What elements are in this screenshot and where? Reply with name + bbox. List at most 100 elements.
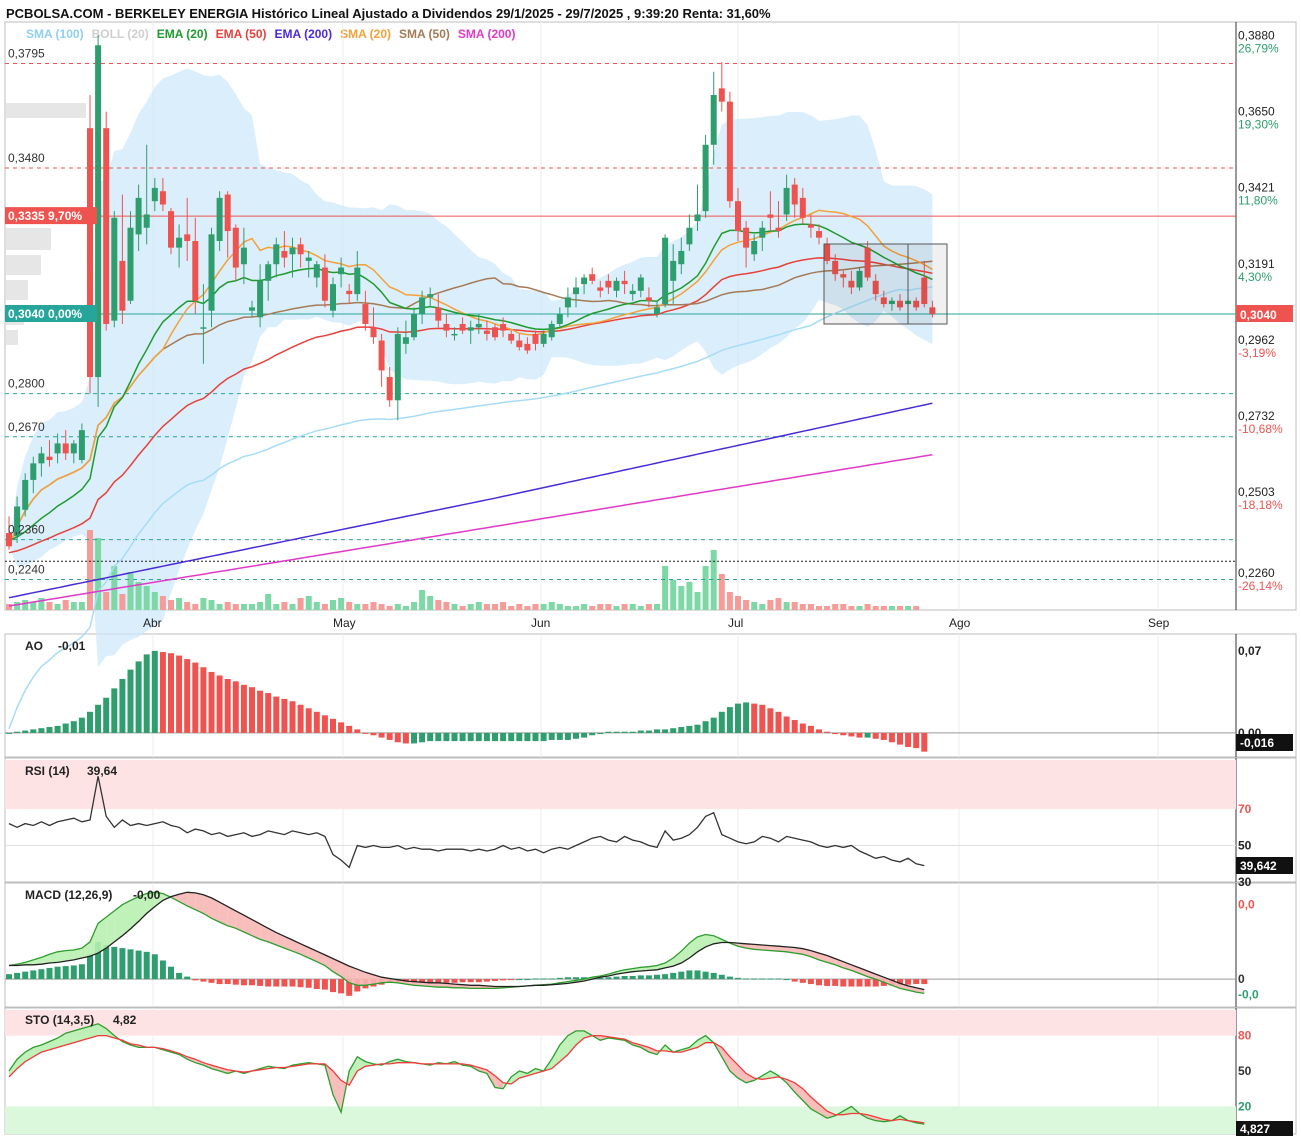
macd-hist-bar xyxy=(14,972,21,980)
candle-body xyxy=(694,214,701,222)
volume-bar xyxy=(281,602,288,610)
volume-bar xyxy=(807,604,814,610)
macd-tick-label: 0 xyxy=(1238,972,1245,986)
ao-bar xyxy=(573,732,579,739)
macd-hist-bar xyxy=(751,978,758,980)
macd-tick-label: -0,0 xyxy=(1238,988,1259,1002)
volume-bar xyxy=(897,606,903,610)
ao-bar xyxy=(872,732,879,739)
macd-hist-bar xyxy=(840,979,847,987)
ao-bar xyxy=(500,732,507,742)
candle-body xyxy=(532,333,539,344)
macd-hist-bar xyxy=(127,949,134,980)
macd-hist-bar xyxy=(240,979,247,986)
ao-bar xyxy=(581,732,588,738)
volume-bar xyxy=(143,586,150,610)
candle-body xyxy=(370,327,377,338)
candle-body xyxy=(224,194,231,232)
macd-hist-bar xyxy=(321,979,328,990)
candle-body xyxy=(435,307,442,321)
volume-bar xyxy=(662,566,669,610)
candle-body xyxy=(159,191,166,205)
volume-bar xyxy=(402,606,409,610)
macd-hist-bar xyxy=(184,976,191,980)
ao-bar xyxy=(743,702,750,733)
ao-bar xyxy=(637,730,644,733)
rsi-tick-label: 50 xyxy=(1238,839,1252,853)
macd-hist-bar xyxy=(62,966,69,980)
macd-hist-bar xyxy=(743,978,750,980)
ao-bar xyxy=(46,727,53,733)
ao-bar xyxy=(791,720,798,733)
ao-bar xyxy=(386,732,393,740)
rsi-tick-label: 70 xyxy=(1238,802,1252,816)
macd-hist-bar xyxy=(54,966,61,980)
macd-hist-bar xyxy=(767,978,774,980)
ao-bar xyxy=(840,732,847,736)
candle-body xyxy=(265,264,272,281)
rsi-title: RSI (14) xyxy=(25,764,70,778)
ao-bar xyxy=(678,727,685,733)
macd-title: MACD (12,26,9) xyxy=(25,888,112,902)
volume-bar xyxy=(832,604,839,610)
volume-bar xyxy=(46,602,53,610)
candle-body xyxy=(151,187,158,202)
ao-bar xyxy=(273,696,280,733)
ao-bar xyxy=(524,732,531,742)
candle-body xyxy=(621,280,628,285)
ao-bar xyxy=(159,652,166,733)
ao-bar xyxy=(362,732,369,734)
ao-bar xyxy=(338,722,345,733)
ao-bar xyxy=(176,655,183,733)
candle-body xyxy=(492,327,498,338)
candle-body xyxy=(289,247,296,255)
volume-bar xyxy=(840,604,847,610)
volume-bar xyxy=(62,600,69,610)
macd-hist-bar xyxy=(637,975,644,980)
volume-bar xyxy=(735,596,741,610)
ao-bar xyxy=(216,675,223,733)
volume-bar xyxy=(913,606,920,610)
volume-bar xyxy=(184,602,191,610)
volume-bar xyxy=(297,598,304,610)
macd-hist-bar xyxy=(119,948,126,980)
volume-bar xyxy=(564,606,571,610)
macd-hist-bar xyxy=(224,979,231,985)
volume-bar xyxy=(54,604,61,610)
candle-body xyxy=(38,453,45,464)
volume-profile-bar xyxy=(6,228,51,250)
volume-bar xyxy=(645,604,652,610)
price-tick-label: 0,2962 xyxy=(1238,333,1275,347)
candle-body xyxy=(654,307,660,315)
volume-profile-bar xyxy=(6,330,18,345)
sto-last-label: 4,827 xyxy=(1240,1122,1270,1136)
ao-bar xyxy=(451,732,458,742)
volume-bar xyxy=(200,598,207,610)
candle-body xyxy=(483,330,490,334)
volume-bar xyxy=(775,598,782,610)
volume-bar xyxy=(419,590,426,610)
zoom-box xyxy=(823,243,948,325)
candle-body xyxy=(475,323,482,328)
level-label: 0,2800 xyxy=(8,377,45,391)
ao-bar xyxy=(824,731,831,733)
ao-bar xyxy=(662,729,669,733)
price-tick-pct: 19,30% xyxy=(1238,118,1279,132)
ao-bar xyxy=(856,732,863,738)
candle-body xyxy=(751,241,758,255)
volume-bar xyxy=(475,602,482,610)
volume-bar xyxy=(678,586,685,610)
ao-last-label: -0,016 xyxy=(1240,736,1274,750)
macd-hist-bar xyxy=(111,946,118,980)
volume-bar xyxy=(540,604,547,610)
candle-body xyxy=(459,323,466,331)
volume-bar xyxy=(759,604,766,610)
candle-body xyxy=(686,227,693,245)
volume-bar xyxy=(597,604,604,610)
volume-bar xyxy=(670,580,677,610)
ao-bar xyxy=(249,687,255,733)
candle-body xyxy=(257,280,264,318)
candle-body xyxy=(702,144,709,212)
chart-page: PCBOLSA.COM - BERKELEY ENERGIA Histórico… xyxy=(0,0,1301,1138)
candle-body xyxy=(127,227,134,301)
